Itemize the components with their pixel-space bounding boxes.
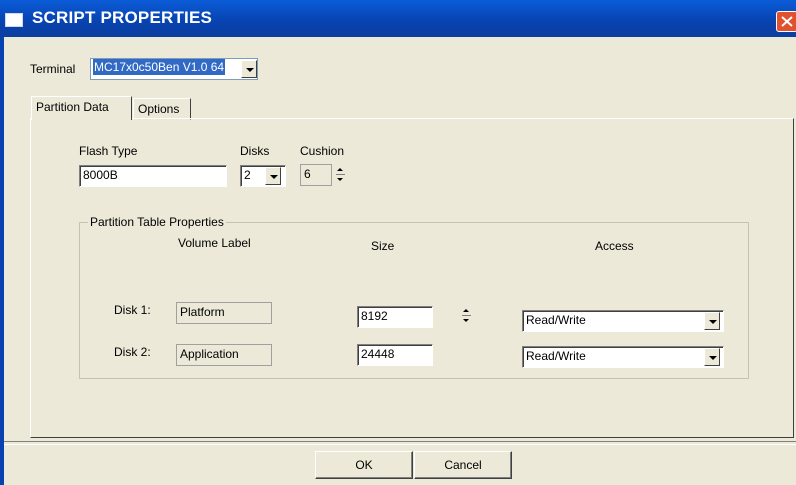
disks-value: 2 xyxy=(244,168,251,182)
disk-1-size-input[interactable]: 8192 xyxy=(357,306,433,328)
disk-2-access-value: Read/Write xyxy=(526,349,586,363)
title-bar[interactable]: SCRIPT PROPERTIES xyxy=(0,0,796,37)
flash-type-input[interactable]: 8000B xyxy=(79,165,227,187)
disks-label: Disks xyxy=(240,144,270,158)
button-separator xyxy=(4,441,796,445)
disk-2-volume-input[interactable]: Application xyxy=(176,344,272,366)
window-icon xyxy=(5,13,23,27)
disk-1-access-value: Read/Write xyxy=(526,313,586,327)
close-button[interactable] xyxy=(776,11,796,32)
cushion-input[interactable]: 6 xyxy=(300,164,332,186)
tab-options-label: Options xyxy=(138,102,180,116)
disk-1-size-spinner[interactable] xyxy=(460,306,473,326)
window-title: SCRIPT PROPERTIES xyxy=(32,8,213,27)
tab-partition-data-label: Partition Data xyxy=(36,100,109,114)
access-header: Access xyxy=(595,239,634,253)
disk-2-size-input[interactable]: 24448 xyxy=(357,344,433,366)
cushion-spinner[interactable] xyxy=(334,165,347,185)
partition-table-title: Partition Table Properties xyxy=(88,215,226,229)
close-icon xyxy=(781,16,793,27)
ok-button[interactable]: OK xyxy=(315,451,413,479)
disk-1-label: Disk 1: xyxy=(114,303,151,317)
disks-dropdown-button[interactable] xyxy=(265,167,281,185)
terminal-dropdown-button[interactable] xyxy=(241,60,257,78)
cushion-label: Cushion xyxy=(300,144,345,158)
spin-down-icon[interactable] xyxy=(460,316,473,326)
disk-2-access-dropdown-button[interactable] xyxy=(704,348,720,366)
terminal-label: Terminal xyxy=(30,62,76,76)
disk-1-access-select[interactable]: Read/Write xyxy=(522,310,724,332)
cancel-button[interactable]: Cancel xyxy=(414,451,512,479)
volume-label-header: Volume Label xyxy=(178,236,251,250)
terminal-value: MC17x0c50Ben V1.0 64 xyxy=(93,59,226,75)
spin-down-icon[interactable] xyxy=(334,175,347,185)
disk-2-access-select[interactable]: Read/Write xyxy=(522,346,724,368)
tab-options[interactable]: Options xyxy=(133,98,191,120)
flash-type-label: Flash Type xyxy=(79,144,138,158)
tab-partition-data[interactable]: Partition Data xyxy=(31,96,132,120)
window-frame xyxy=(0,37,4,485)
disk-1-access-dropdown-button[interactable] xyxy=(704,312,720,330)
terminal-select[interactable]: MC17x0c50Ben V1.0 64 xyxy=(90,58,258,80)
size-header: Size xyxy=(371,239,395,253)
disk-2-label: Disk 2: xyxy=(114,345,151,359)
disk-1-volume-input[interactable]: Platform xyxy=(176,302,272,324)
